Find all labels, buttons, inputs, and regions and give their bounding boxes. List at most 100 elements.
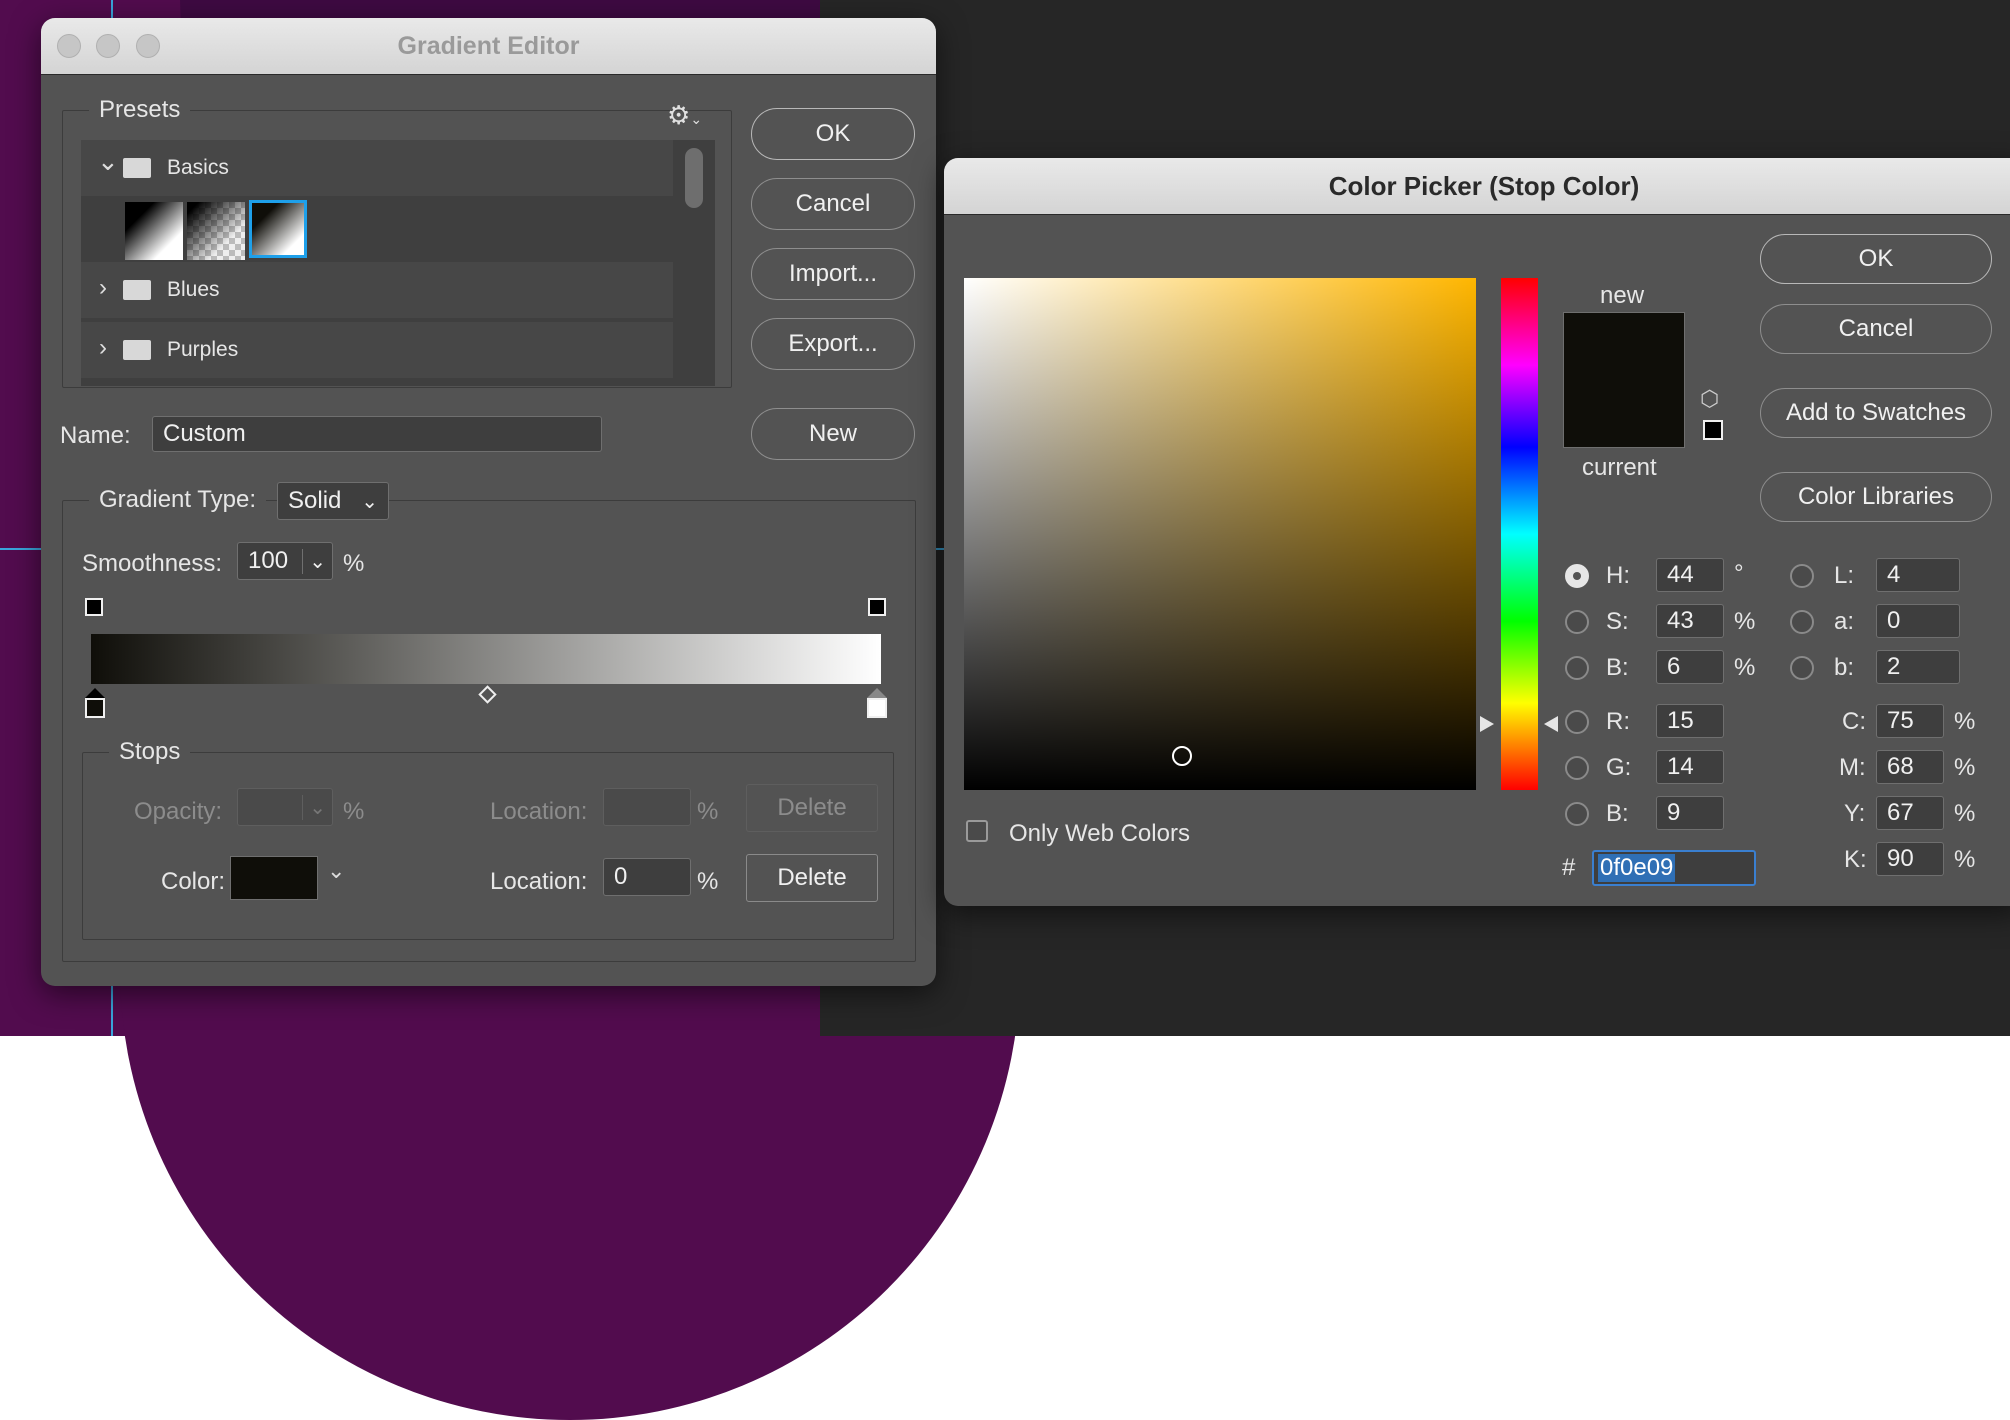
cyan-unit: % (1954, 708, 1976, 735)
current-color-swatch[interactable] (1564, 380, 1684, 447)
lab-a-label: a: (1834, 608, 1855, 635)
preset-folder-label: Basics (167, 156, 229, 179)
chevron-down-icon[interactable]: ⌄ (302, 548, 332, 574)
export-button[interactable]: Export... (751, 318, 915, 370)
yellow-input[interactable]: 67 (1876, 796, 1944, 830)
black-unit: % (1954, 846, 1976, 873)
folder-icon (123, 340, 151, 360)
color-libraries-button[interactable]: Color Libraries (1760, 472, 1992, 522)
opacity-stop-left[interactable] (85, 598, 103, 616)
name-input[interactable]: Custom (152, 416, 602, 452)
opacity-delete-button: Delete (746, 784, 878, 832)
green-input[interactable]: 14 (1656, 750, 1724, 784)
cyan-input[interactable]: 75 (1876, 704, 1944, 738)
gradient-type-select[interactable]: Solid ⌄ (277, 482, 389, 520)
preset-swatches-row (81, 196, 673, 260)
preset-black-white[interactable] (125, 202, 183, 260)
lab-l-label: L: (1834, 562, 1855, 589)
hue-slider-handle-right[interactable] (1544, 716, 1558, 732)
new-color-swatch (1564, 313, 1684, 380)
opacity-input: ⌄ (237, 788, 333, 826)
color-delete-button[interactable]: Delete (746, 854, 878, 902)
green-radio[interactable] (1565, 756, 1589, 780)
smoothness-input[interactable]: 100 ⌄ (237, 542, 333, 580)
preset-folder-purples[interactable]: › Purples (81, 322, 673, 378)
presets-gear-icon[interactable]: ⚙⌄ (667, 100, 702, 131)
hue-radio[interactable] (1565, 564, 1589, 588)
ok-button[interactable]: OK (1760, 234, 1992, 284)
chevron-down-icon[interactable]: ⌄ (327, 858, 345, 884)
folder-icon (123, 280, 151, 300)
red-radio[interactable] (1565, 710, 1589, 734)
brightness-radio[interactable] (1565, 656, 1589, 680)
color-preview (1563, 312, 1685, 448)
preset-folder-blues[interactable]: › Blues (81, 262, 673, 318)
gradient-preview-bar[interactable] (91, 634, 881, 684)
only-web-colors-label: Only Web Colors (1009, 820, 1190, 847)
color-location-label: Location: (490, 868, 588, 895)
lab-b-radio[interactable] (1790, 656, 1814, 680)
lab-a-input[interactable]: 0 (1876, 604, 1960, 638)
current-color-label: current (1582, 454, 1657, 481)
saturation-label: S: (1606, 608, 1629, 635)
web-safe-swatch[interactable] (1703, 420, 1723, 440)
preset-folder-basics[interactable]: ⌄ Basics (81, 140, 673, 196)
black-input[interactable]: 90 (1876, 842, 1944, 876)
magenta-unit: % (1954, 754, 1976, 781)
hex-input[interactable]: 0f0e09 (1592, 850, 1756, 886)
preset-folder-label: Purples (167, 338, 239, 361)
smoothness-percent: % (343, 550, 365, 577)
zoom-window-button[interactable] (136, 34, 160, 58)
lab-l-radio[interactable] (1790, 564, 1814, 588)
out-of-gamut-cube-icon[interactable]: ⬡ (1700, 386, 1719, 412)
smoothness-value: 100 (248, 547, 289, 574)
saturation-radio[interactable] (1565, 610, 1589, 634)
magenta-input[interactable]: 68 (1876, 750, 1944, 784)
name-label: Name: (60, 422, 131, 449)
preset-foreground-background[interactable] (249, 200, 307, 258)
ok-button[interactable]: OK (751, 108, 915, 160)
black-label: K: (1844, 846, 1867, 873)
hex-label: # (1562, 854, 1576, 881)
lab-a-radio[interactable] (1790, 610, 1814, 634)
color-stop-left[interactable] (85, 698, 105, 718)
cyan-label: C: (1842, 708, 1866, 735)
close-window-button[interactable] (57, 34, 81, 58)
folder-icon (123, 158, 151, 178)
red-input[interactable]: 15 (1656, 704, 1724, 738)
yellow-unit: % (1954, 800, 1976, 827)
lab-l-input[interactable]: 4 (1876, 558, 1960, 592)
only-web-colors-checkbox[interactable] (966, 820, 988, 842)
hue-slider[interactable] (1501, 278, 1538, 790)
lab-b-input[interactable]: 2 (1876, 650, 1960, 684)
preset-folder-label: Blues (167, 278, 220, 301)
color-location-input[interactable]: 0 (603, 858, 691, 896)
color-field[interactable] (964, 278, 1476, 790)
presets-scrollbar[interactable] (685, 148, 703, 208)
add-to-swatches-button[interactable]: Add to Swatches (1760, 388, 1992, 438)
color-stop-pointer-right (867, 688, 887, 698)
chevron-down-icon: ⌄ (361, 490, 378, 513)
brightness-input[interactable]: 6 (1656, 650, 1724, 684)
stops-group (82, 752, 894, 940)
chevron-right-icon: › (99, 274, 107, 301)
blue-radio[interactable] (1565, 802, 1589, 826)
color-stop-pointer-left (85, 688, 105, 698)
cancel-button[interactable]: Cancel (1760, 304, 1992, 354)
blue-input[interactable]: 9 (1656, 796, 1724, 830)
color-location-percent: % (697, 868, 719, 895)
hue-slider-handle-left[interactable] (1480, 716, 1494, 732)
hue-input[interactable]: 44 (1656, 558, 1724, 592)
opacity-stop-right[interactable] (868, 598, 886, 616)
color-field-cursor[interactable] (1172, 746, 1192, 766)
minimize-window-button[interactable] (96, 34, 120, 58)
stop-color-swatch[interactable] (230, 856, 318, 900)
saturation-input[interactable]: 43 (1656, 604, 1724, 638)
color-stop-right[interactable] (867, 698, 887, 718)
brightness-label: B: (1606, 654, 1629, 681)
import-button[interactable]: Import... (751, 248, 915, 300)
opacity-label: Opacity: (134, 798, 223, 825)
preset-black-transparent[interactable] (187, 202, 245, 260)
cancel-button[interactable]: Cancel (751, 178, 915, 230)
new-button[interactable]: New (751, 408, 915, 460)
